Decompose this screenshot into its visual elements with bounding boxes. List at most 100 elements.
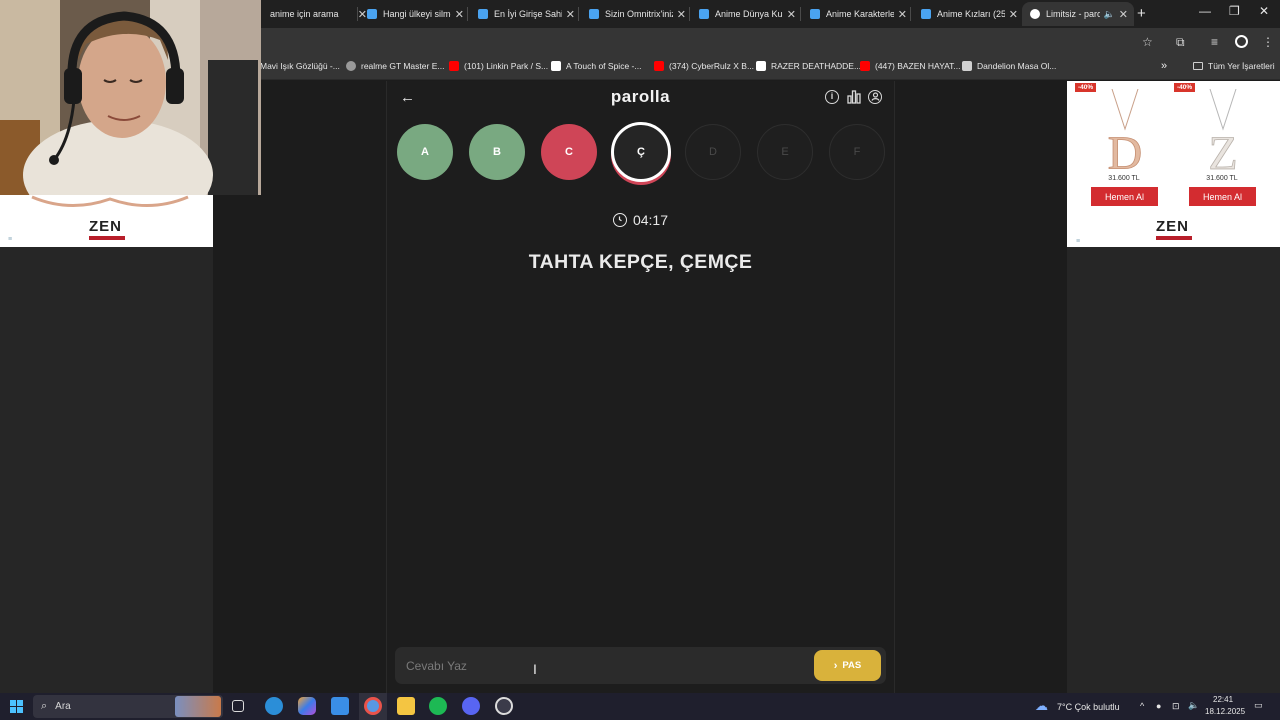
tab-title: Limitsiz - paro [1046, 9, 1100, 19]
store-icon[interactable] [331, 697, 349, 715]
site-favicon-icon [810, 9, 820, 19]
weather-text[interactable]: 7°C Çok bulutlu [1057, 702, 1120, 712]
zen-logo-bar [1156, 236, 1192, 240]
tab-divider [578, 7, 579, 21]
recording-app-icon[interactable] [495, 697, 513, 715]
browser-tab[interactable]: Anime Karakterleri ✕ [802, 2, 913, 26]
bookmark-label: Mavi Işık Gözlüğü -... [260, 61, 340, 71]
jewelry-ad-right[interactable]: -40% -40% D Z 31.600 TL 31.600 TL Hemen … [1067, 81, 1280, 247]
browser-tab[interactable]: Hangi ülkeyi silmek ✕ [359, 2, 470, 26]
bookmark-item[interactable]: RAZER DEATHADDE... [756, 61, 861, 71]
letter-b-correct: B [469, 124, 525, 180]
ad-choices-icon[interactable]: ≡ [8, 236, 12, 243]
browser-tab[interactable]: Sizin Omnitrix'iniz ✕ [581, 2, 692, 26]
tab-divider [357, 7, 358, 21]
bookmark-item[interactable]: (374) CyberRulz X B... [654, 61, 754, 71]
user-icon[interactable] [868, 90, 882, 104]
network-icon[interactable]: ⊡ [1172, 701, 1180, 712]
buy-now-button[interactable]: Hemen Al [1189, 187, 1256, 206]
search-icon: ⌕ [41, 700, 48, 712]
letter-label: E [781, 146, 789, 158]
tab-title: Hangi ülkeyi silmek [383, 9, 451, 19]
pass-button[interactable]: › PAS [814, 650, 881, 681]
close-icon[interactable]: ✕ [1009, 8, 1018, 21]
youtube-icon [449, 61, 459, 71]
letter-a-correct: A [397, 124, 453, 180]
buy-now-button[interactable]: Hemen Al [1091, 187, 1158, 206]
price-label: 31.600 TL [1108, 175, 1140, 182]
browser-tab[interactable]: Anime Kızları (25 ✕ [913, 2, 1024, 26]
timer-value: 04:17 [632, 212, 669, 228]
extensions-icon[interactable]: ⧉ [1176, 35, 1185, 50]
notification-icon[interactable]: ▭ [1254, 700, 1263, 711]
clock-time[interactable]: 22:41 [1213, 695, 1233, 704]
answer-input[interactable] [395, 647, 805, 684]
spotify-icon[interactable] [429, 697, 447, 715]
tab-divider [467, 7, 468, 21]
speaker-icon[interactable]: 🔈 [1104, 9, 1115, 20]
letter-label: C [565, 146, 573, 158]
question-text: TAHTA KEPÇE, ÇEMÇE [528, 251, 753, 273]
letter-label: A [421, 146, 429, 158]
browser-tab[interactable]: En İyi Girişe Sahip ✕ [470, 2, 581, 26]
youtube-icon [860, 61, 870, 71]
tray-chevron-icon[interactable]: ^ [1140, 701, 1144, 711]
site-favicon-icon [699, 9, 709, 19]
taskbar-search[interactable]: ⌕ Ara [33, 695, 223, 718]
stats-icon[interactable] [847, 90, 861, 104]
bookmark-item[interactable]: Dandelion Masa Ol... [962, 61, 1056, 71]
minimize-icon[interactable]: — [1199, 4, 1211, 18]
site-favicon-icon [1030, 9, 1040, 19]
microphone-icon[interactable]: ● [1156, 701, 1161, 711]
browser-tab-active[interactable]: Limitsiz - paro 🔈 ✕ [1022, 2, 1134, 26]
browser-tab[interactable]: Anime Dünya Kupası ✕ [691, 2, 802, 26]
chevron-right-icon: › [833, 659, 838, 672]
tab-divider [910, 7, 911, 21]
page-icon [551, 61, 561, 71]
star-icon[interactable]: ☆ [1142, 35, 1153, 49]
copilot-icon[interactable] [298, 697, 316, 715]
close-icon[interactable]: ✕ [898, 8, 907, 21]
close-icon[interactable]: ✕ [787, 8, 796, 21]
close-icon[interactable]: ✕ [1119, 8, 1128, 21]
restore-icon[interactable]: ❐ [1229, 4, 1240, 18]
all-bookmarks-folder[interactable]: Tüm Yer İşaretleri [1193, 61, 1275, 71]
close-icon[interactable]: ✕ [455, 8, 464, 21]
letter-e-pending: E [757, 124, 813, 180]
bookmark-item[interactable]: Mavi Işık Gözlüğü -... [260, 61, 340, 71]
letter-f-pending: F [829, 124, 885, 180]
bookmark-label: (101) Linkin Park / S... [464, 61, 549, 71]
letter-label: Ç [637, 146, 645, 158]
webcam-overlay [0, 0, 261, 195]
more-bookmarks-icon[interactable]: » [1161, 60, 1167, 72]
letter-d-pending: D [685, 124, 741, 180]
ad-choices-icon[interactable]: ≡ [1076, 238, 1080, 245]
bookmark-item[interactable]: A Touch of Spice -... [551, 61, 641, 71]
text-cursor-icon: I [533, 661, 537, 677]
close-icon[interactable]: ✕ [566, 8, 575, 21]
discord-icon[interactable] [462, 697, 480, 715]
bookmark-item[interactable]: (447) BAZEN HAYAT... [860, 61, 961, 71]
clock-date[interactable]: 18.12.2025 [1205, 707, 1245, 716]
tab-divider [800, 7, 801, 21]
menu-icon[interactable]: ⋮ [1262, 35, 1274, 49]
letter-label: B [493, 146, 501, 158]
jewelry-ad-left[interactable]: ZEN ≡ [0, 195, 213, 247]
volume-icon[interactable]: 🔈 [1188, 700, 1199, 711]
task-view-icon[interactable] [232, 700, 244, 712]
ring-image [30, 195, 190, 209]
new-tab-icon[interactable]: + [1137, 5, 1146, 22]
profile-icon[interactable] [1235, 35, 1248, 51]
window-close-icon[interactable]: ✕ [1259, 4, 1269, 18]
windows-start-icon[interactable] [10, 700, 23, 718]
media-control-icon[interactable]: ≡ [1211, 35, 1218, 49]
bookmark-item[interactable]: realme GT Master E... [346, 61, 444, 71]
bookmark-label: realme GT Master E... [361, 61, 445, 71]
bookmark-item[interactable]: (101) Linkin Park / S... [449, 61, 548, 71]
file-explorer-icon[interactable] [397, 697, 415, 715]
info-icon[interactable]: i [825, 90, 839, 104]
site-favicon-icon [478, 9, 488, 19]
edge-icon[interactable] [265, 697, 283, 715]
close-icon[interactable]: ✕ [677, 8, 686, 21]
bookmark-label: (374) CyberRulz X B... [669, 61, 755, 71]
